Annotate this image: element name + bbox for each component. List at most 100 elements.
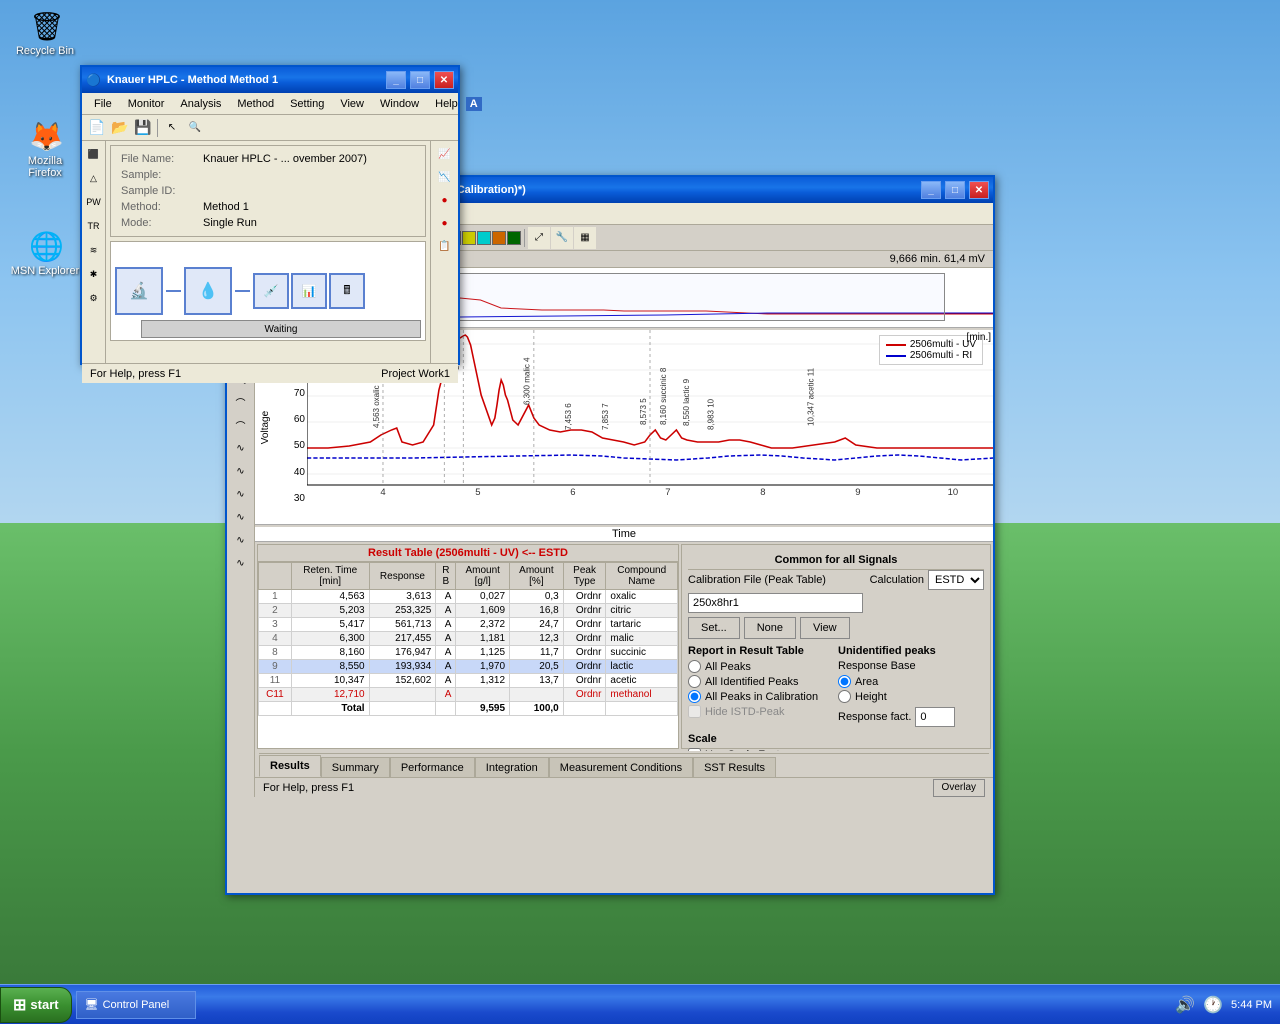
atb-tools[interactable]: 🔧: [551, 227, 573, 249]
svg-text:7: 7: [665, 487, 670, 497]
analysis-statusbar: For Help, press F1 Overlay: [255, 777, 993, 797]
tool-annotate8[interactable]: ∿: [230, 552, 252, 574]
tool-annotate7[interactable]: ∿: [230, 529, 252, 551]
tb-new[interactable]: 📄: [86, 117, 108, 139]
menu-analysis[interactable]: Analysis: [172, 96, 229, 112]
hide-istd-check[interactable]: Hide ISTD-Peak: [688, 705, 834, 718]
rt-chart2[interactable]: 📉: [434, 166, 456, 188]
signal-btn-darkgreen[interactable]: [507, 231, 521, 245]
analysis-minimize-btn[interactable]: _: [921, 181, 941, 199]
inst-calc[interactable]: 🖩: [329, 273, 365, 309]
method-minimize-btn[interactable]: _: [386, 71, 406, 89]
signal-btn-yellow[interactable]: [462, 231, 476, 245]
calculation-select[interactable]: ESTD ISTD Norm: [928, 570, 984, 590]
tab-summary[interactable]: Summary: [321, 757, 390, 777]
firefox-icon[interactable]: 🦊 Mozilla Firefox: [10, 120, 80, 179]
menu-file[interactable]: File: [86, 96, 120, 112]
tb-open[interactable]: 📂: [109, 117, 131, 139]
signal-btn-orange[interactable]: [492, 231, 506, 245]
start-button[interactable]: ⊞ start: [0, 987, 72, 1023]
y-axis-label: Voltage: [261, 410, 272, 443]
method-maximize-btn[interactable]: □: [410, 71, 430, 89]
lt-btn2[interactable]: △: [83, 167, 105, 189]
rt-red-dot[interactable]: ●: [434, 189, 456, 211]
method-statusbar: For Help, press F1 Project Work1: [82, 363, 458, 383]
settings-panel: Common for all Signals Calibration File …: [681, 544, 991, 749]
radio-area-input[interactable]: [838, 675, 851, 688]
lt-btn6[interactable]: ✱: [83, 263, 105, 285]
menu-setting[interactable]: Setting: [282, 96, 332, 112]
tool-annotate1[interactable]: ⌒: [230, 391, 252, 413]
svg-text:5: 5: [475, 487, 480, 497]
menu-monitor[interactable]: Monitor: [120, 96, 173, 112]
tool-annotate4[interactable]: ∿: [230, 460, 252, 482]
menu-help[interactable]: Help: [427, 96, 466, 112]
radio-area[interactable]: Area: [838, 675, 984, 688]
lt-btn3[interactable]: PW: [83, 191, 105, 213]
inst-column[interactable]: 📊: [291, 273, 327, 309]
tool-annotate6[interactable]: ∿: [230, 506, 252, 528]
tool-annotate5[interactable]: ∿: [230, 483, 252, 505]
tab-performance[interactable]: Performance: [390, 757, 475, 777]
radio-all-peaks-input[interactable]: [688, 660, 701, 673]
rt-red-dot2[interactable]: ●: [434, 212, 456, 234]
view-button[interactable]: View: [800, 617, 850, 639]
table-row: 3 5,417 561,713 A 2,372 24,7 Ordnr tarta…: [259, 618, 678, 632]
network-icon: 🔊: [1175, 995, 1195, 1015]
radio-height[interactable]: Height: [838, 690, 984, 703]
radio-in-calib[interactable]: All Peaks in Calibration: [688, 690, 834, 703]
signal-btn-cyan[interactable]: [477, 231, 491, 245]
tab-integration[interactable]: Integration: [475, 757, 549, 777]
atb-table[interactable]: ▦: [574, 227, 596, 249]
inst-pump[interactable]: 💧: [184, 267, 232, 315]
table-row: 11 10,347 152,602 A 1,312 13,7 Ordnr ace…: [259, 674, 678, 688]
resp-fact-input[interactable]: [915, 707, 955, 727]
recycle-bin-icon[interactable]: 🗑 Recycle Bin: [10, 10, 80, 57]
tb-pointer[interactable]: ↖: [161, 117, 183, 139]
set-button[interactable]: Set...: [688, 617, 740, 639]
rt-chart1[interactable]: 📈: [434, 143, 456, 165]
menu-view[interactable]: View: [332, 96, 372, 112]
radio-in-calib-input[interactable]: [688, 690, 701, 703]
method-close-btn[interactable]: ✕: [434, 71, 454, 89]
atb-move[interactable]: ⤢: [528, 227, 550, 249]
tab-sst-results[interactable]: SST Results: [693, 757, 776, 777]
hide-istd-input[interactable]: [688, 705, 701, 718]
file-name-value: Knauer HPLC - ... ovember 2007): [203, 152, 415, 166]
lt-btn7[interactable]: ⚙: [83, 287, 105, 309]
tb-zoom[interactable]: 🔍: [184, 117, 206, 139]
menu-window[interactable]: Window: [372, 96, 427, 112]
calib-file-input[interactable]: [688, 593, 863, 613]
method-window: 🔵 Knauer HPLC - Method Method 1 _ □ ✕ Fi…: [80, 65, 460, 365]
result-table-scroll[interactable]: Reten. Time[min] Response RB Amount[g/l]…: [258, 562, 678, 748]
tab-measurement-conditions[interactable]: Measurement Conditions: [549, 757, 693, 777]
overlay-button[interactable]: Overlay: [933, 779, 985, 797]
method-content: ⬛ △ PW TR ≋ ✱ ⚙ File Name: Knauer HPLC -…: [82, 141, 458, 363]
analysis-close-btn[interactable]: ✕: [969, 181, 989, 199]
inst-detector[interactable]: 🔬: [115, 267, 163, 315]
use-scale-input[interactable]: [688, 748, 701, 751]
msn-explorer-icon[interactable]: 🌐 MSN Explorer: [10, 230, 80, 277]
analysis-maximize-btn[interactable]: □: [945, 181, 965, 199]
result-table-title: Result Table (2506multi - UV) <-- ESTD: [258, 545, 678, 562]
tb-save[interactable]: 💾: [132, 117, 154, 139]
use-scale-label: Use Scale Factor: [705, 749, 789, 752]
radio-identified[interactable]: All Identified Peaks: [688, 675, 834, 688]
method-menubar: File Monitor Analysis Method Setting Vie…: [82, 93, 458, 115]
use-scale-factor-check[interactable]: Use Scale Factor: [688, 748, 984, 751]
taskbar-control-panel[interactable]: 🖥 Control Panel: [76, 991, 196, 1019]
tab-results[interactable]: Results: [259, 755, 321, 777]
menu-method[interactable]: Method: [229, 96, 282, 112]
lt-btn5[interactable]: ≋: [83, 239, 105, 261]
radio-height-input[interactable]: [838, 690, 851, 703]
lt-btn4[interactable]: TR: [83, 215, 105, 237]
rt-settings[interactable]: 📋: [434, 235, 456, 257]
response-radio-group: Area Height: [838, 675, 984, 703]
radio-identified-input[interactable]: [688, 675, 701, 688]
inst-injector[interactable]: 💉: [253, 273, 289, 309]
radio-all-peaks[interactable]: All Peaks: [688, 660, 834, 673]
tool-annotate3[interactable]: ∿: [230, 437, 252, 459]
none-button[interactable]: None: [744, 617, 796, 639]
lt-btn1[interactable]: ⬛: [83, 143, 105, 165]
tool-annotate2[interactable]: ⌒: [230, 414, 252, 436]
